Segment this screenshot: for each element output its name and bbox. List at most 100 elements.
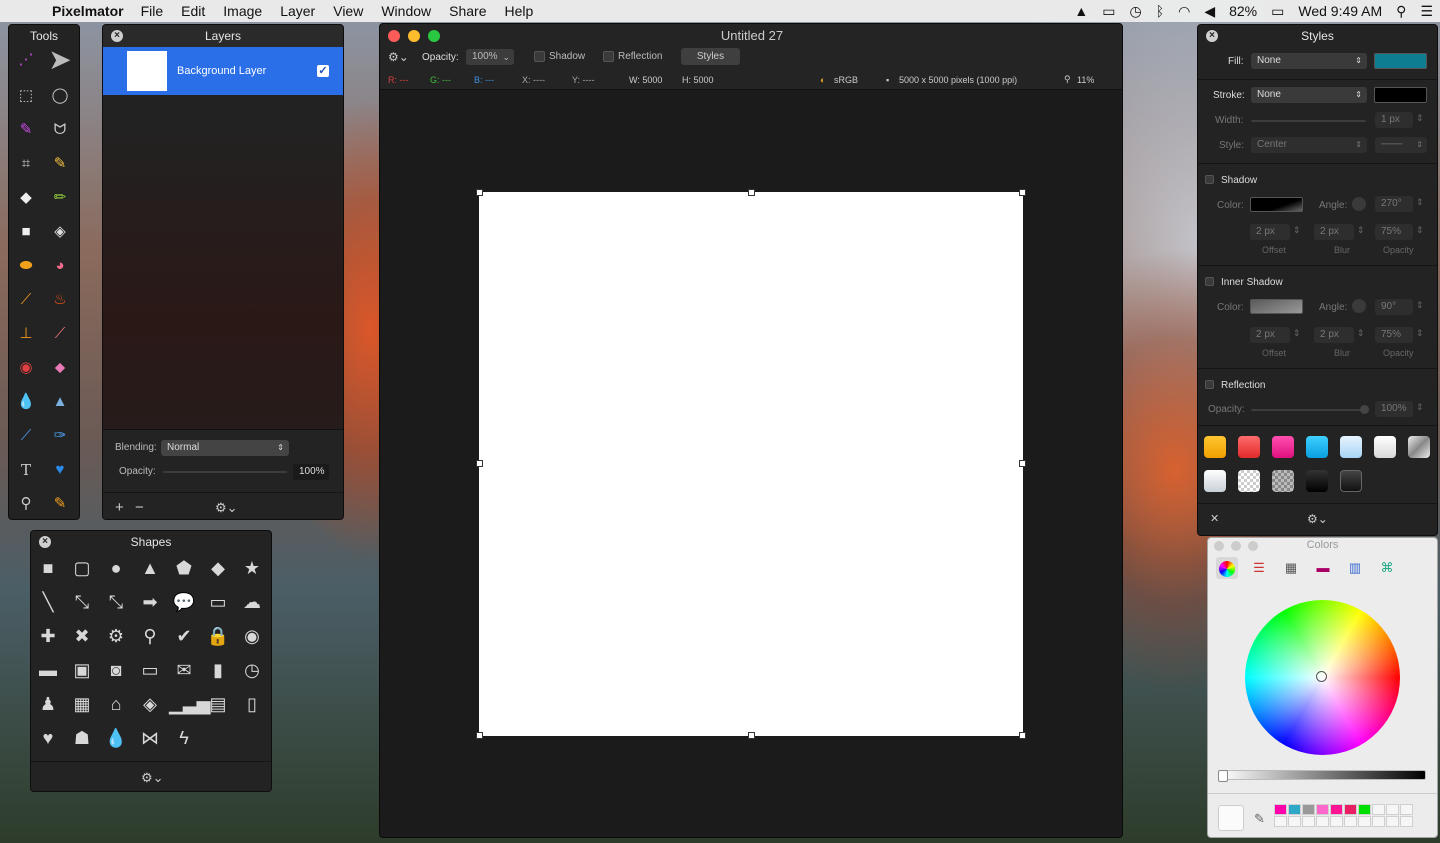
menu-app[interactable]: Pixelmator [38, 3, 132, 19]
eye-shape-icon[interactable]: ◉ [237, 621, 267, 651]
color-swatch-cell[interactable] [1344, 804, 1357, 815]
color-swatch-cell[interactable] [1316, 816, 1329, 827]
diamond-shape-icon[interactable]: ◆ [203, 553, 233, 583]
butterfly-shape-icon[interactable]: ⋈ [135, 723, 165, 753]
color-wheel-crosshair[interactable] [1316, 671, 1327, 682]
notification-center-icon[interactable]: ☰ [1413, 3, 1440, 20]
selection-handle[interactable] [1019, 732, 1026, 739]
menu-help[interactable]: Help [495, 3, 542, 19]
shadow-angle-field[interactable]: 270° [1375, 196, 1413, 212]
opacity-field[interactable]: 100% [293, 464, 329, 480]
stroke-select[interactable]: None ⇕ [1251, 87, 1367, 103]
layer-row[interactable]: Background Layer ✓ [103, 47, 343, 95]
picture-shape-icon[interactable]: ▣ [67, 655, 97, 685]
brush-select-icon[interactable]: ✎ [13, 117, 39, 143]
volume-icon[interactable]: ◀ [1197, 3, 1222, 20]
cloud-shape-icon[interactable]: ☁ [237, 587, 267, 617]
menu-image[interactable]: Image [214, 3, 271, 19]
stepper-icon[interactable]: ⇕ [1293, 328, 1301, 339]
width-slider[interactable] [1251, 120, 1366, 122]
fill-color-swatch[interactable] [1374, 53, 1427, 69]
current-color-well[interactable] [1218, 805, 1244, 831]
magic-wand-icon[interactable]: ⋰ [13, 47, 39, 73]
menu-edit[interactable]: Edit [172, 3, 214, 19]
bluetooth-icon[interactable]: ᛒ [1149, 3, 1171, 19]
double-arrow-shape-icon[interactable]: ⤡ [67, 587, 97, 617]
menu-view[interactable]: View [324, 3, 372, 19]
shadow-blur-field[interactable]: 2 px [1314, 224, 1354, 240]
line-style-select[interactable]: ─── ⇕ [1375, 137, 1427, 153]
clear-styles-button[interactable]: ✕ [1210, 512, 1219, 525]
rounded-square-shape-icon[interactable]: ▢ [67, 553, 97, 583]
spotlight-icon[interactable]: ⚲ [1389, 3, 1413, 20]
signal-bars-shape-icon[interactable]: ▁▃▅ [169, 689, 211, 719]
inner-shadow-offset-field[interactable]: 2 px [1250, 327, 1290, 343]
sharpen-icon[interactable]: ▲ [47, 389, 73, 415]
red-eye-icon[interactable]: ◉ [13, 355, 39, 381]
cross-shape-icon[interactable]: ✖ [67, 621, 97, 651]
brightness-slider-knob[interactable] [1218, 770, 1228, 782]
color-palettes-tab-icon[interactable]: ▦ [1280, 557, 1302, 579]
shadow-offset-field[interactable]: 2 px [1250, 224, 1290, 240]
heart-shape-icon[interactable]: ♥ [47, 457, 73, 483]
color-swatch-cell[interactable] [1302, 816, 1315, 827]
styles-button[interactable]: Styles [681, 48, 740, 65]
stroke-color-swatch[interactable] [1374, 87, 1427, 103]
selection-handle[interactable] [476, 189, 483, 196]
color-swatch-cell[interactable] [1372, 816, 1385, 827]
camera-shape-icon[interactable]: ◙ [101, 655, 131, 685]
checkmark-shape-icon[interactable]: ✔ [169, 621, 199, 651]
blending-select[interactable]: Normal ⇕ [161, 440, 289, 456]
stepper-icon[interactable]: ⇕ [1416, 197, 1424, 208]
selection-handle[interactable] [476, 732, 483, 739]
preset-swatch-cyan[interactable] [1306, 436, 1328, 458]
menu-share[interactable]: Share [440, 3, 495, 19]
preset-swatch-dark[interactable] [1340, 470, 1362, 492]
color-swatch-cell[interactable] [1400, 804, 1413, 815]
lock-shape-icon[interactable]: 🔒 [203, 621, 233, 651]
selection-handle[interactable] [748, 732, 755, 739]
reflection-checkbox[interactable] [603, 51, 614, 62]
stepper-icon[interactable]: ⇕ [1416, 225, 1424, 236]
gradient-icon[interactable]: ◈ [47, 219, 73, 245]
ellipse-select-icon[interactable]: ◯ [47, 83, 73, 109]
color-swatch-cell[interactable] [1288, 804, 1301, 815]
mail-shape-icon[interactable]: ✉ [169, 655, 199, 685]
color-swatch-cell[interactable] [1288, 816, 1301, 827]
lightning-shape-icon[interactable]: ϟ [169, 723, 199, 753]
preset-swatch-silver[interactable] [1408, 436, 1430, 458]
heal-icon[interactable]: ⟋ [47, 321, 73, 347]
reflection-opacity-field[interactable]: 100% [1375, 401, 1413, 417]
inner-shadow-color-swatch[interactable] [1250, 299, 1303, 314]
color-swatch-cell[interactable] [1358, 816, 1371, 827]
arrow-shape-icon[interactable]: ➡ [135, 587, 165, 617]
color-swatch-cell[interactable] [1274, 816, 1287, 827]
color-swatch-cell[interactable] [1330, 804, 1343, 815]
menu-file[interactable]: File [132, 3, 173, 19]
inner-shadow-angle-dial[interactable] [1352, 299, 1366, 313]
color-swatch-cell[interactable] [1274, 804, 1287, 815]
ghost-shape-icon[interactable]: ☗ [67, 723, 97, 753]
color-swatch-cell[interactable] [1386, 816, 1399, 827]
layer-visibility-checkbox[interactable]: ✓ [317, 65, 329, 77]
preset-swatch-lightblue[interactable] [1340, 436, 1362, 458]
person-shape-icon[interactable]: ♟ [33, 689, 63, 719]
circle-shape-icon[interactable]: ● [101, 553, 131, 583]
color-swatch-cell[interactable] [1344, 816, 1357, 827]
gear-shape-icon[interactable]: ⚙ [101, 621, 131, 651]
preset-swatch-pale[interactable] [1204, 470, 1226, 492]
stepper-icon[interactable]: ⇕ [1416, 113, 1424, 124]
layers-gear-icon[interactable]: ⚙⌄ [215, 500, 238, 516]
stepper-icon[interactable]: ⇕ [1416, 402, 1424, 413]
zoom-icon[interactable]: ⚲ [13, 491, 39, 517]
location-pin-shape-icon[interactable]: ◈ [135, 689, 165, 719]
selection-handle[interactable] [1019, 460, 1026, 467]
stepper-icon[interactable]: ⇕ [1357, 225, 1365, 236]
color-sliders-tab-icon[interactable]: ☰ [1248, 557, 1270, 579]
shadow-opacity-field[interactable]: 75% [1375, 224, 1413, 240]
reflection-style-checkbox[interactable] [1205, 380, 1214, 389]
eraser-icon[interactable]: ◆ [13, 185, 39, 211]
line-shape-icon[interactable]: ╲ [33, 587, 63, 617]
pen-icon[interactable]: ⟋ [13, 423, 39, 449]
lasso-icon[interactable]: ᗢ [47, 117, 73, 143]
